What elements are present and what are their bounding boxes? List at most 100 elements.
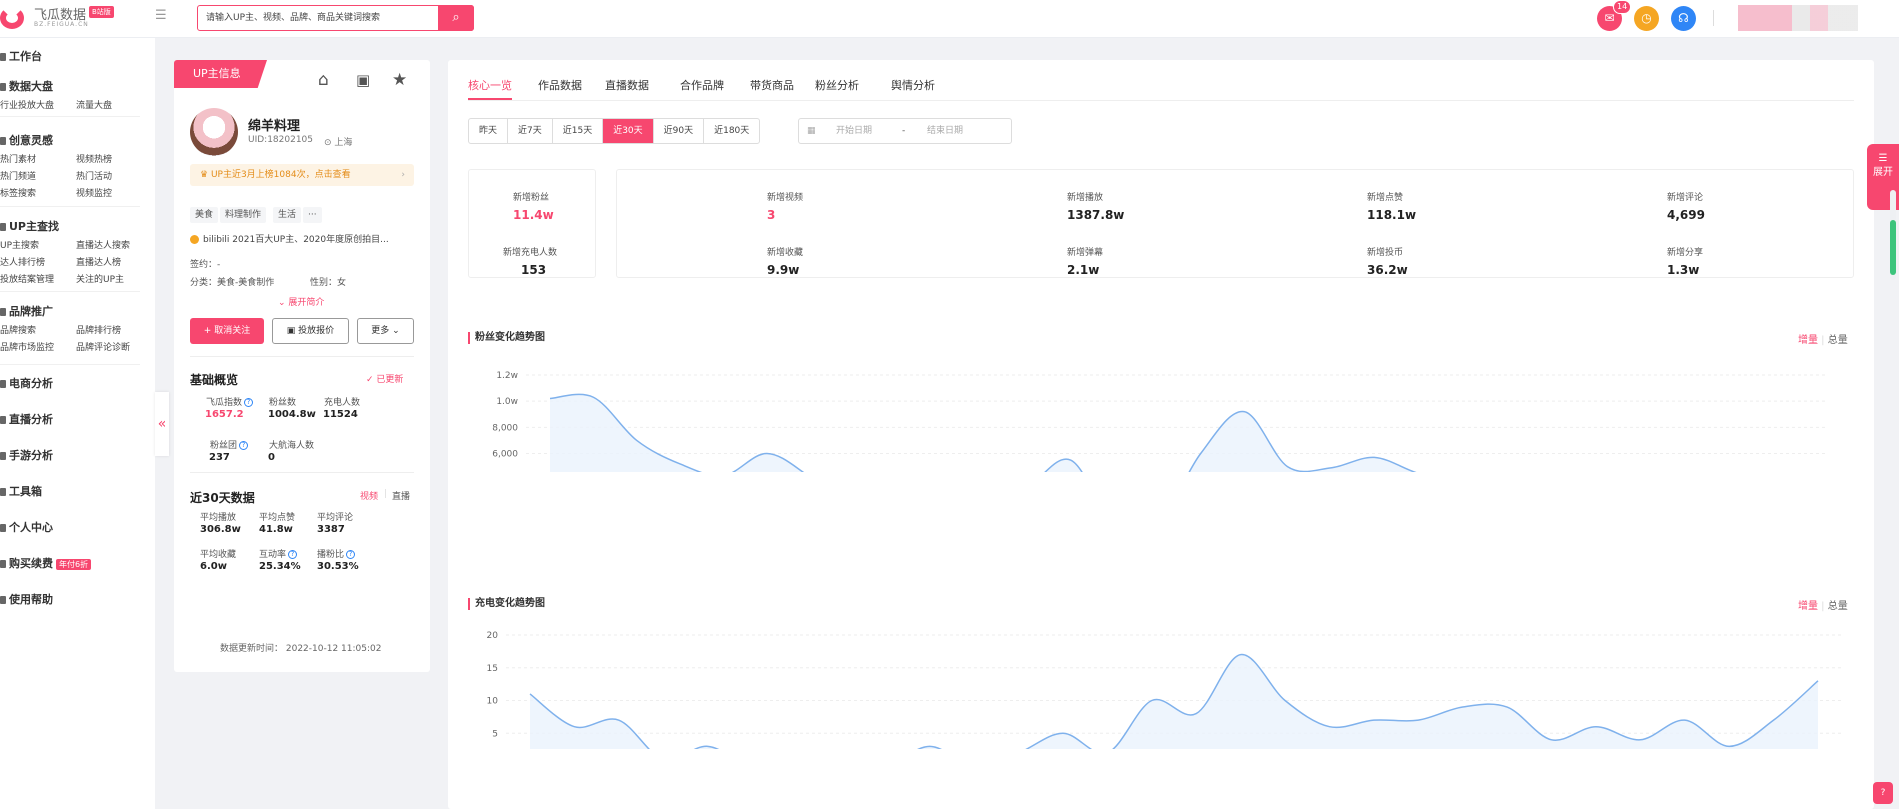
sidebar-group-label: 品牌推广 bbox=[9, 305, 53, 318]
y-tick-label: 1.2w bbox=[496, 371, 518, 381]
stat-label-text: 平均播放 bbox=[200, 513, 237, 523]
sidebar-group-label: 使用帮助 bbox=[9, 593, 53, 606]
sign-value: - bbox=[217, 260, 221, 270]
sidebar-item[interactable]: 标签搜索 bbox=[0, 186, 36, 199]
help-icon[interactable]: ? bbox=[244, 398, 254, 407]
date-end[interactable]: 结束日期 bbox=[927, 119, 963, 143]
help-icon[interactable]: ? bbox=[288, 550, 298, 559]
updated-status[interactable]: ✓ 已更新 bbox=[366, 372, 403, 385]
sidebar-item[interactable]: 行业投放大盘 bbox=[0, 98, 54, 111]
tab-1[interactable]: 作品数据 bbox=[538, 77, 582, 93]
logo-icon[interactable] bbox=[0, 7, 24, 29]
sidebar-item[interactable]: 品牌搜索 bbox=[0, 323, 36, 336]
divider bbox=[0, 291, 140, 292]
video-icon[interactable]: ▣ bbox=[356, 71, 370, 89]
stat-value: 1657.2 bbox=[205, 409, 244, 420]
sidebar-group[interactable]: 个人中心 bbox=[0, 519, 53, 535]
sidebar-group[interactable]: UP主查找 bbox=[0, 218, 59, 234]
sidebar-group[interactable]: 数据大盘 bbox=[0, 78, 53, 94]
sidebar-item[interactable]: 热门活动 bbox=[76, 169, 112, 182]
sidebar-item[interactable]: 直播达人榜 bbox=[76, 255, 121, 268]
clock-icon[interactable]: ◷ bbox=[1634, 6, 1659, 31]
range-button[interactable]: 近90天 bbox=[654, 119, 705, 143]
sidebar-item[interactable]: 关注的UP主 bbox=[76, 272, 124, 285]
sidebar-item[interactable]: 投放结案管理 bbox=[0, 272, 54, 285]
menu-group-icon bbox=[0, 308, 6, 316]
collapse-panel-icon[interactable]: « bbox=[155, 392, 169, 456]
metric-value: 1.3w bbox=[1667, 263, 1700, 277]
series-line[interactable] bbox=[549, 393, 1808, 472]
unfollow-button[interactable]: + 取消关注 bbox=[190, 318, 264, 344]
sidebar-group[interactable]: 购买续费 年付6折 bbox=[0, 555, 92, 571]
sidebar-group[interactable]: 工具箱 bbox=[0, 483, 42, 499]
support-icon[interactable]: ☊ bbox=[1671, 6, 1696, 31]
date-start[interactable]: 开始日期 bbox=[836, 119, 872, 143]
tab-2[interactable]: 直播数据 bbox=[605, 77, 649, 93]
search-input[interactable] bbox=[206, 10, 431, 26]
sidebar-group[interactable]: 直播分析 bbox=[0, 411, 53, 427]
range-button[interactable]: 昨天 bbox=[469, 119, 509, 143]
expand-intro-link[interactable]: ⌄ 展开简介 bbox=[278, 295, 324, 308]
ranking-notice[interactable]: ♛ UP主近3月上榜1084次，点击查看 › bbox=[190, 164, 414, 186]
tab-6[interactable]: 舆情分析 bbox=[891, 77, 935, 93]
scrollbar-thumb[interactable] bbox=[1890, 220, 1896, 275]
range-button[interactable]: 近15天 bbox=[553, 119, 604, 143]
sidebar-group[interactable]: 使用帮助 bbox=[0, 591, 53, 607]
sidebar-group[interactable]: 电商分析 bbox=[0, 375, 53, 391]
tag-chip[interactable]: 料理制作 bbox=[220, 207, 267, 223]
range-button[interactable]: 近30天 bbox=[603, 119, 654, 143]
sidebar-item[interactable]: 热门频道 bbox=[0, 169, 36, 182]
tab-0[interactable]: 核心一览 bbox=[468, 77, 512, 93]
range-button[interactable]: 近180天 bbox=[704, 119, 759, 143]
location-icon: ⊙ bbox=[324, 138, 335, 148]
sidebar-item[interactable]: 品牌评论诊断 bbox=[76, 340, 130, 353]
menu-group-icon bbox=[0, 416, 6, 424]
help-icon[interactable]: ? bbox=[239, 441, 249, 450]
star-icon[interactable]: ★ bbox=[392, 70, 407, 90]
tab-up-info[interactable]: UP主信息 bbox=[174, 60, 267, 88]
home-icon[interactable]: ⌂ bbox=[318, 70, 329, 90]
search-button[interactable]: ⌕ bbox=[438, 5, 474, 31]
sidebar-group[interactable]: 手游分析 bbox=[0, 447, 53, 463]
divider bbox=[0, 206, 140, 207]
stat-label-text: 粉丝数 bbox=[269, 398, 297, 408]
date-range-picker[interactable]: ▦ 开始日期 - 结束日期 bbox=[798, 118, 1012, 144]
stat-value: 6.0w bbox=[200, 561, 227, 572]
sidebar-group[interactable]: 品牌推广 bbox=[0, 303, 53, 319]
sidebar-item[interactable]: 达人排行榜 bbox=[0, 255, 45, 268]
metric-label: 新增分享 bbox=[1667, 248, 1704, 258]
sidebar-item[interactable]: 品牌市场监控 bbox=[0, 340, 54, 353]
tag-chip[interactable]: 生活 bbox=[273, 207, 302, 223]
tab-3[interactable]: 合作品牌 bbox=[680, 77, 724, 93]
range-button[interactable]: 近7天 bbox=[508, 119, 553, 143]
tab-5[interactable]: 粉丝分析 bbox=[815, 77, 859, 93]
sidebar-item[interactable]: 品牌排行榜 bbox=[76, 323, 121, 336]
chevron-down-icon: ⌄ bbox=[278, 298, 289, 308]
sidebar-item[interactable]: 视频热榜 bbox=[76, 152, 112, 165]
stat-label-text: 播粉比 bbox=[317, 550, 345, 560]
stat-label: 播粉比? bbox=[317, 547, 356, 560]
help-corner-icon[interactable]: ? bbox=[1873, 782, 1893, 804]
tag-more[interactable]: ··· bbox=[303, 207, 322, 223]
help-icon[interactable]: ? bbox=[346, 550, 356, 559]
stat-label-text: 互动率 bbox=[259, 550, 287, 560]
sidebar-item[interactable]: 热门素材 bbox=[0, 152, 36, 165]
user-account[interactable] bbox=[1738, 5, 1858, 31]
category-value: 美食-美食制作 bbox=[217, 278, 275, 288]
more-button[interactable]: 更多 ⌄ bbox=[357, 318, 414, 344]
metric-label: 新增粉丝 bbox=[513, 193, 550, 203]
menu-collapse-icon[interactable]: ☰ bbox=[155, 8, 171, 24]
sidebar-item[interactable]: 视频监控 bbox=[76, 186, 112, 199]
toggle-live[interactable]: 直播 bbox=[392, 489, 410, 502]
sidebar-item[interactable]: 直播达人搜索 bbox=[76, 238, 130, 251]
quote-button[interactable]: ▣ 投放报价 bbox=[272, 318, 349, 344]
up-description: bilibili 2021百大UP主、2020年度原创拍目... bbox=[190, 232, 389, 245]
tag-chip[interactable]: 美食 bbox=[190, 207, 219, 223]
toggle-video[interactable]: 视频 bbox=[360, 489, 378, 502]
sidebar-group[interactable]: 工作台 bbox=[0, 48, 42, 64]
sidebar-item[interactable]: UP主搜索 bbox=[0, 238, 39, 251]
sidebar-group[interactable]: 创意灵感 bbox=[0, 132, 53, 148]
sign-info: 签约：- bbox=[190, 257, 220, 270]
sidebar-item[interactable]: 流量大盘 bbox=[76, 98, 112, 111]
tab-4[interactable]: 带货商品 bbox=[750, 77, 794, 93]
